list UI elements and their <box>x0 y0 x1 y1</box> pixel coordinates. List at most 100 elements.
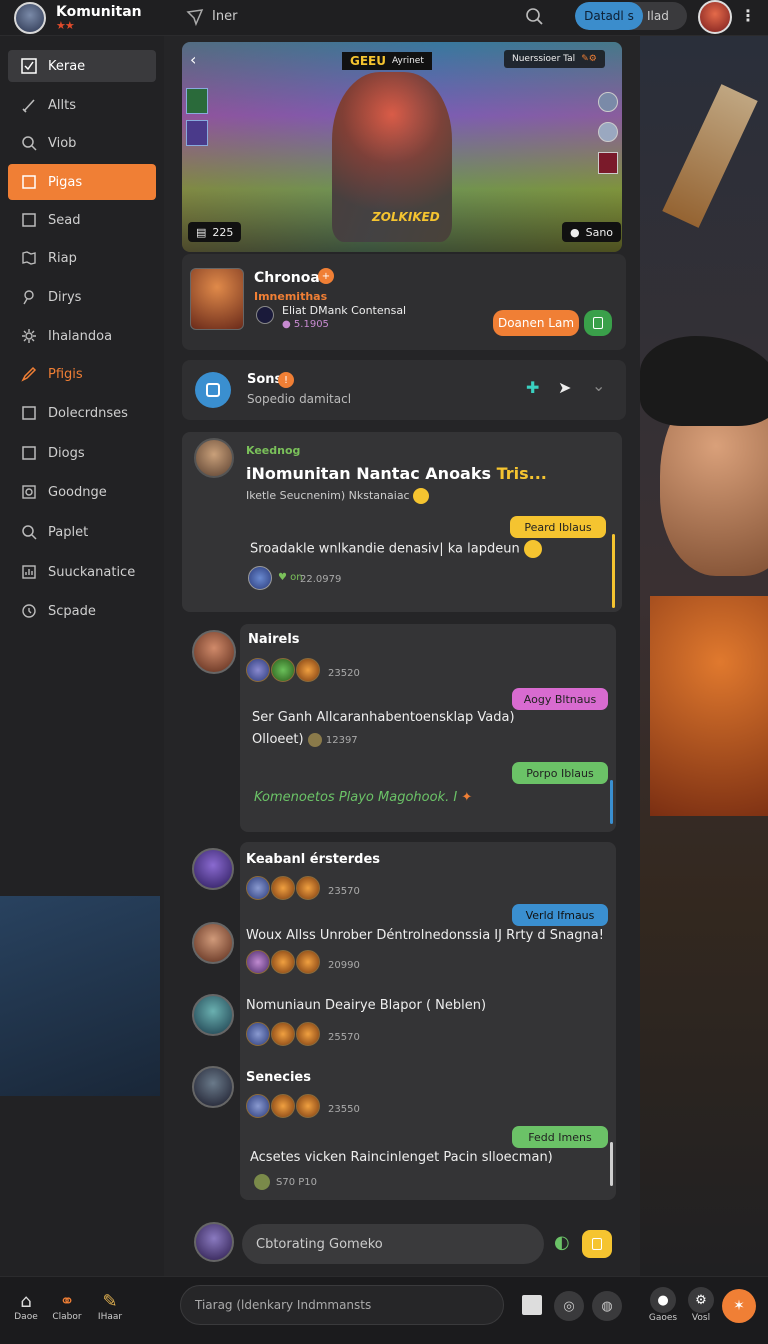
post-tag-pill[interactable]: Peard Iblaus <box>510 516 606 538</box>
banner-control-dot[interactable] <box>598 92 618 112</box>
tab-clabor[interactable]: ⚭ Clabor <box>52 1291 82 1322</box>
square-check-icon <box>20 57 38 75</box>
sidebar-item-suuckanatice[interactable]: Suuckanatice <box>8 556 156 588</box>
sidebar-item-pfigis[interactable]: Pfigis <box>8 358 156 390</box>
search-icon[interactable] <box>524 6 544 26</box>
composer-send-button[interactable] <box>582 1230 612 1258</box>
sidebar-item-kerae[interactable]: Kerae <box>8 50 156 82</box>
sidebar-item-sead[interactable]: Sead <box>8 204 156 236</box>
sidebar-item-dolecrdnses[interactable]: Dolecrdnses <box>8 397 156 429</box>
rating-stars-icon: ★★ <box>56 19 75 32</box>
reaction-icon[interactable] <box>296 876 320 900</box>
banner-side-thumb[interactable] <box>186 120 208 146</box>
banner-control-dot[interactable] <box>598 122 618 142</box>
profile-avatar[interactable] <box>698 0 732 34</box>
profile-avatar-image[interactable] <box>190 268 244 330</box>
reaction-icon[interactable] <box>246 658 270 682</box>
thread-tag-pill[interactable]: Verld Ifmaus <box>512 904 608 926</box>
send-icon[interactable] <box>186 8 204 26</box>
reaction-icon[interactable] <box>271 950 295 974</box>
thread-avatar[interactable] <box>192 1066 234 1108</box>
reaction-count: 20990 <box>328 960 360 971</box>
banner-side-thumb[interactable] <box>186 88 208 114</box>
banner-sano-text: Sano <box>585 225 614 239</box>
sidebar-item-viob[interactable]: Viob <box>8 127 156 159</box>
thread-tag-pill[interactable]: Fedd Imens <box>512 1126 608 1148</box>
camera-icon[interactable]: ◎ <box>554 1291 584 1321</box>
sidebar-item-ihalandoa[interactable]: Ihalandoa <box>8 320 156 352</box>
post-tag-pill[interactable]: Aogy Bltnaus <box>512 688 608 710</box>
notice-subtitle: Sopedio damitacl <box>247 392 352 406</box>
reaction-icon[interactable] <box>271 876 295 900</box>
reaction-icon[interactable] <box>246 876 270 900</box>
sidebar-item-label: Diogs <box>48 445 85 461</box>
sidebar-item-goodnge[interactable]: Goodnge <box>8 476 156 508</box>
pencil-icon <box>20 365 38 383</box>
banner-sano-badge[interactable]: ● Sano <box>562 222 622 242</box>
image-icon[interactable] <box>522 1295 542 1315</box>
post-tag-pill[interactable]: Porpo Iblaus <box>512 762 608 784</box>
top-search-label[interactable]: Iner <box>212 9 237 24</box>
notice-card[interactable]: Sons ! Sopedio damitacl ✚ ➤ ⌄ <box>182 360 626 420</box>
send-icon[interactable]: ➤ <box>558 378 571 397</box>
toggle-option-off[interactable]: Ilad <box>647 9 669 23</box>
pin-icon[interactable]: ✚ <box>526 378 539 397</box>
toggle-option-on[interactable]: Datadl s <box>575 2 643 30</box>
sidebar-item-allts[interactable]: Allts <box>8 89 156 121</box>
thread-avatar[interactable] <box>192 994 234 1036</box>
reaction-icon[interactable] <box>296 950 320 974</box>
top-bar: Komunitan ★★ Iner Datadl s Ilad ⋮ <box>0 0 768 36</box>
star-fab-button[interactable]: ✶ <box>722 1289 756 1323</box>
reaction-icon[interactable] <box>271 1022 295 1046</box>
tab-gaoes[interactable]: ● Gaoes <box>648 1287 678 1323</box>
reaction-count: 23550 <box>328 1104 360 1115</box>
secondary-action-button[interactable] <box>584 310 612 336</box>
reaction-icon[interactable] <box>296 1094 320 1118</box>
sidebar-item-pigas[interactable]: Pigas <box>8 164 156 200</box>
view-toggle[interactable]: Datadl s Ilad <box>575 2 687 30</box>
image-icon <box>20 483 38 501</box>
notice-badge-icon: ! <box>278 372 294 388</box>
chevron-down-icon[interactable]: ⌄ <box>592 376 605 395</box>
composer-avatar[interactable] <box>194 1222 234 1262</box>
hero-sword-art <box>662 84 758 228</box>
more-options-icon[interactable]: ⋮ <box>740 6 756 25</box>
post-thread-line <box>612 534 615 608</box>
reaction-row <box>246 658 321 686</box>
sidebar-item-dirys[interactable]: Dirys <box>8 281 156 313</box>
back-chevron-icon[interactable]: ‹ <box>190 50 196 69</box>
sidebar-item-riap[interactable]: Riap <box>8 242 156 274</box>
reaction-icon[interactable] <box>246 1022 270 1046</box>
sidebar-item-label: Scpade <box>48 603 96 619</box>
thread-avatar[interactable] <box>192 922 234 964</box>
mic-icon[interactable]: ◐ <box>554 1232 570 1253</box>
sidebar-item-paplet[interactable]: Paplet <box>8 516 156 548</box>
post-author-avatar[interactable] <box>192 630 236 674</box>
game-banner[interactable]: ‹ GEEU Ayrinet Nuerssioer Tal ✎⚙ ZOLKIKED … <box>182 42 622 252</box>
sidebar-item-diogs[interactable]: Diogs <box>8 437 156 469</box>
tab-ihaar[interactable]: ✎ IHaar <box>94 1291 126 1322</box>
reaction-icon[interactable] <box>271 1094 295 1118</box>
reaction-icon[interactable] <box>271 658 295 682</box>
reaction-icon[interactable] <box>246 950 270 974</box>
banner-control-square[interactable] <box>598 152 618 174</box>
bottom-input[interactable]: Tiarag (ldenkary Indmmansts <box>180 1285 504 1325</box>
user-avatar[interactable] <box>14 2 46 34</box>
share-icon[interactable]: ✎⚙ <box>581 54 597 64</box>
gif-icon[interactable]: ◍ <box>592 1291 622 1321</box>
reaction-icon[interactable] <box>296 1022 320 1046</box>
tab-vosl[interactable]: ⚙ Vosl <box>686 1287 716 1323</box>
tab-daoe[interactable]: ⌂ Daoe <box>12 1291 40 1322</box>
bag-glyph <box>206 383 220 397</box>
square-icon <box>20 444 38 462</box>
chart-icon <box>20 563 38 581</box>
sidebar-item-label: Goodnge <box>48 484 107 500</box>
primary-action-button[interactable]: Doanen Lam <box>493 310 579 336</box>
composer-input[interactable]: Cbtorating Gomeko <box>242 1224 544 1264</box>
reaction-icon[interactable] <box>248 566 272 590</box>
reaction-icon[interactable] <box>246 1094 270 1118</box>
reaction-icon[interactable] <box>296 658 320 682</box>
post-author-avatar[interactable] <box>194 438 234 478</box>
sidebar-item-scpade[interactable]: Scpade <box>8 595 156 627</box>
thread-avatar[interactable] <box>192 848 234 890</box>
